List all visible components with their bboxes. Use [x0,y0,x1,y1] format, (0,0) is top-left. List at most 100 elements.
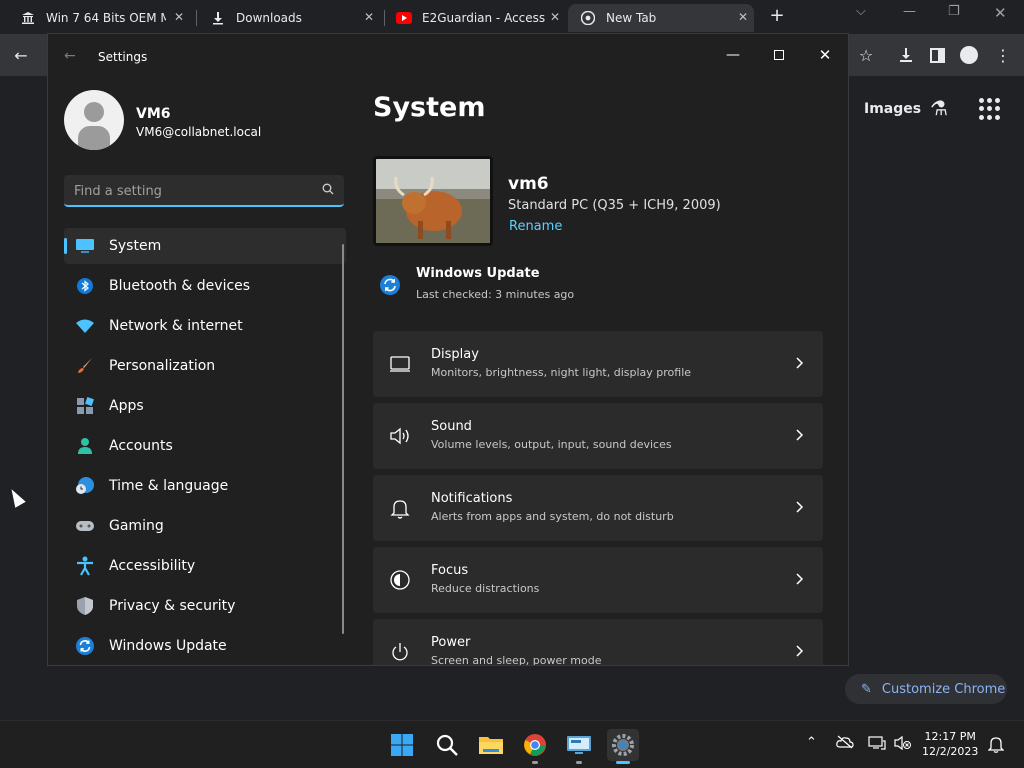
side-panel-icon[interactable] [924,42,950,68]
download-icon [210,10,226,26]
windows-update-icon[interactable] [379,274,401,296]
customize-chrome-button[interactable]: ✎ Customize Chrome [845,674,1007,704]
taskbar: ⌃ 12:17 PM 12/2/2023 [0,720,1024,768]
close-icon[interactable]: ✕ [364,10,374,24]
back-arrow-icon[interactable]: ← [8,42,34,68]
browser-tab[interactable]: Downloads ✕ [198,4,380,32]
apps-grid-icon[interactable] [979,98,1001,120]
close-icon[interactable]: ✕ [174,10,184,24]
app-title: Settings [98,50,148,64]
sidebar-item-apps[interactable]: Apps [64,388,346,424]
power-icon [392,643,408,661]
sidebar-item-label: Accessibility [109,558,196,574]
tab-divider [196,10,197,26]
running-indicator [576,761,582,764]
card-title: Power [431,635,471,650]
chrome-icon [580,10,596,26]
settings-card-focus[interactable]: Focus Reduce distractions [373,547,823,613]
settings-card-notifications[interactable]: Notifications Alerts from apps and syste… [373,475,823,541]
sidebar-item-bluetooth[interactable]: Bluetooth & devices [64,268,346,304]
tab-title: Win 7 64 Bits OEM Mic [46,11,166,25]
clock-date: 12/2/2023 [922,745,979,758]
settings-taskbar-button[interactable] [607,729,639,764]
labs-flask-icon[interactable]: ⚗ [930,96,948,120]
minimize-button[interactable]: — [710,40,756,70]
start-button[interactable] [386,729,418,761]
gamepad-icon [74,515,96,537]
sidebar-scrollbar[interactable] [342,244,344,634]
maximize-icon [774,50,784,60]
bell-icon [390,500,410,519]
device-model: Standard PC (Q35 + ICH9, 2009) [508,198,721,213]
settings-card-display[interactable]: Display Monitors, brightness, night ligh… [373,331,823,397]
monitor-icon [74,235,96,257]
rename-link[interactable]: Rename [509,219,562,234]
chevron-right-icon [796,573,804,585]
shield-icon [74,595,96,617]
device-name: vm6 [508,174,549,194]
chevron-down-icon[interactable]: ⌵ [856,4,866,19]
chevron-up-icon[interactable]: ⌃ [806,735,817,750]
apps-icon [74,395,96,417]
network-icon[interactable] [868,735,886,755]
chrome-taskbar-button[interactable] [519,729,551,764]
sidebar-item-accessibility[interactable]: Accessibility [64,548,346,584]
browser-tab[interactable]: Win 7 64 Bits OEM Mic ✕ [8,4,190,32]
search-input[interactable] [74,181,304,201]
browser-tab[interactable]: E2Guardian - Access De ✕ [384,4,566,32]
chevron-right-icon [796,357,804,369]
more-menu-icon[interactable]: ⋮ [990,42,1016,68]
tab-title: New Tab [606,11,657,25]
sidebar-item-label: Gaming [109,518,164,534]
sidebar-item-label: Network & internet [109,318,243,334]
taskbar-search-button[interactable] [431,729,463,761]
maximize-button[interactable] [756,40,802,70]
settings-card-sound[interactable]: Sound Volume levels, output, input, soun… [373,403,823,469]
minimize-icon[interactable]: — [903,4,916,19]
wifi-icon [74,315,96,337]
sidebar-item-privacy[interactable]: Privacy & security [64,588,346,624]
chevron-right-icon [796,501,804,513]
museum-icon [20,10,36,26]
file-explorer-button[interactable] [475,729,507,761]
search-icon[interactable] [322,183,334,195]
system-clock[interactable]: 12:17 PM 12/2/2023 [922,729,978,759]
bluetooth-icon [74,275,96,297]
new-tab-button[interactable]: + [766,6,788,28]
user-name: VM6 [136,106,171,122]
volume-muted-icon[interactable] [894,735,912,755]
focus-icon [390,570,410,590]
back-arrow-icon[interactable]: ← [64,48,76,64]
chevron-right-icon [796,429,804,441]
sidebar-item-personalization[interactable]: Personalization [64,348,346,384]
profile-icon[interactable] [956,42,982,68]
browser-tab-active[interactable]: New Tab ✕ [568,4,754,32]
sidebar-item-network[interactable]: Network & internet [64,308,346,344]
avatar [64,90,124,150]
sidebar-item-windows-update[interactable]: Windows Update [64,628,346,664]
sidebar-item-time-language[interactable]: Time & language [64,468,346,504]
download-icon[interactable] [893,42,919,68]
close-icon[interactable]: ✕ [738,10,748,24]
search-box [64,175,344,207]
sidebar-item-gaming[interactable]: Gaming [64,508,346,544]
remote-desktop-button[interactable] [563,729,595,764]
close-button[interactable]: ✕ [802,40,848,70]
onedrive-off-icon[interactable] [836,735,854,753]
star-icon[interactable]: ☆ [853,42,879,68]
sidebar-item-label: System [109,238,162,254]
sidebar-item-accounts[interactable]: Accounts [64,428,346,464]
notification-bell-icon[interactable] [987,735,1005,757]
restore-icon[interactable]: ❐ [948,4,960,19]
card-title: Focus [431,563,469,578]
windows-update-status: Last checked: 3 minutes ago [416,288,575,301]
sidebar-item-system[interactable]: System [64,228,346,264]
sidebar-nav: System Bluetooth & devices Network & int… [64,228,346,665]
images-link[interactable]: Images [864,101,921,117]
close-icon[interactable]: ✕ [550,10,560,24]
settings-card-power[interactable]: Power Screen and sleep, power mode [373,619,823,665]
windows-update-title[interactable]: Windows Update [416,266,540,281]
close-icon[interactable]: ✕ [994,4,1007,22]
sidebar-item-label: Privacy & security [109,598,236,614]
accessibility-icon [74,555,96,577]
